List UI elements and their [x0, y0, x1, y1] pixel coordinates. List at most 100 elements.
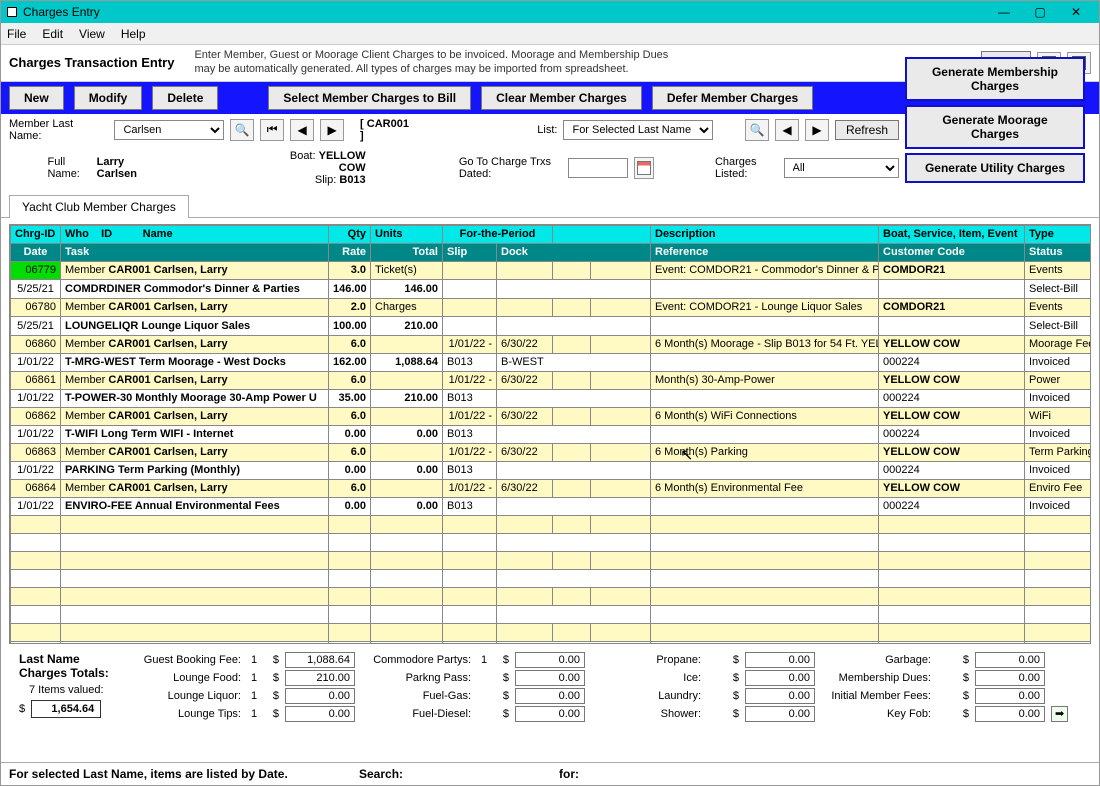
table-row[interactable]: 06862Member CAR001 Carlsen, Larry6.01/01… [11, 407, 1092, 425]
table-row[interactable] [11, 569, 1092, 587]
total-count: 1 [477, 654, 491, 666]
slip-label: Slip: [315, 174, 336, 186]
col-who[interactable]: Who ID Name [61, 225, 329, 243]
calendar-icon[interactable] [634, 157, 654, 179]
total-label: Fuel-Gas: [361, 690, 471, 702]
defer-charges-button[interactable]: Defer Member Charges [652, 86, 813, 110]
col-desc[interactable]: Description [651, 225, 879, 243]
page-title: Charges Transaction Entry [9, 55, 174, 70]
search-icon[interactable]: 🔍 [230, 119, 254, 141]
tab-member-charges[interactable]: Yacht Club Member Charges [9, 195, 189, 218]
member-code: [ CAR001 ] [360, 118, 416, 142]
total-value: 0.00 [975, 706, 1045, 722]
delete-button[interactable]: Delete [152, 86, 218, 110]
goto-date-input[interactable] [568, 158, 628, 178]
totals-grand: 1,654.64 [31, 700, 101, 718]
table-row[interactable]: 1/01/22T-MRG-WEST Term Moorage - West Do… [11, 353, 1092, 371]
table-row[interactable]: 06861Member CAR001 Carlsen, Larry6.01/01… [11, 371, 1092, 389]
list-search-icon[interactable]: 🔍 [745, 119, 769, 141]
generate-moorage-button[interactable]: Generate Moorage Charges [905, 105, 1085, 149]
nav-prev-icon[interactable]: ◀ [290, 119, 314, 141]
generate-utility-button[interactable]: Generate Utility Charges [905, 153, 1085, 183]
status-bar: For selected Last Name, items are listed… [1, 762, 1099, 785]
new-button[interactable]: New [9, 86, 64, 110]
slip-value: B013 [339, 174, 365, 186]
generate-membership-button[interactable]: Generate Membership Charges [905, 57, 1085, 101]
col-task[interactable]: Task [61, 243, 329, 261]
total-label: Parkng Pass: [361, 672, 471, 684]
total-value: 0.00 [285, 706, 355, 722]
nav-next-icon[interactable]: ▶ [320, 119, 344, 141]
listed-label: Charges Listed: [715, 156, 778, 180]
table-row[interactable]: 1/01/22ENVIRO-FEE Annual Environmental F… [11, 497, 1092, 515]
col-period[interactable]: For-the-Period [443, 225, 553, 243]
status-for: for: [559, 767, 1091, 781]
total-value: 1,088.64 [285, 652, 355, 668]
total-label: Lounge Liquor: [131, 690, 241, 702]
menu-file[interactable]: File [7, 27, 26, 41]
col-total[interactable]: Total [371, 243, 443, 261]
select-bill-button[interactable]: Select Member Charges to Bill [268, 86, 471, 110]
table-row[interactable]: 5/25/21LOUNGELIQR Lounge Liquor Sales100… [11, 316, 1092, 335]
minimize-button[interactable]: — [987, 2, 1021, 22]
table-row[interactable] [11, 533, 1092, 551]
tab-strip: Yacht Club Member Charges [1, 194, 1099, 218]
status-left: For selected Last Name, items are listed… [9, 767, 359, 781]
total-label: Key Fob: [821, 708, 931, 720]
table-row[interactable] [11, 551, 1092, 569]
col-chrgid[interactable]: Chrg-ID [11, 225, 61, 243]
col-units[interactable]: Units [371, 225, 443, 243]
total-value: 0.00 [745, 670, 815, 686]
close-button[interactable]: ✕ [1059, 2, 1093, 22]
col-rate[interactable]: Rate [329, 243, 371, 261]
nav-first-icon[interactable]: ⏮ [260, 119, 284, 141]
table-row[interactable] [11, 623, 1092, 641]
col-qty[interactable]: Qty [329, 225, 371, 243]
col-cust[interactable]: Customer Code [879, 243, 1025, 261]
table-row[interactable]: 06864Member CAR001 Carlsen, Larry6.01/01… [11, 479, 1092, 497]
boat-value: YELLOW COW [319, 150, 366, 174]
total-value: 0.00 [515, 688, 585, 704]
menu-view[interactable]: View [79, 27, 105, 41]
col-slip[interactable]: Slip [443, 243, 497, 261]
list-select[interactable]: For Selected Last Name [563, 120, 713, 140]
charges-grid[interactable]: Chrg-ID Who ID Name Qty Units For-the-Pe… [9, 224, 1091, 644]
table-row[interactable]: 06860Member CAR001 Carlsen, Larry6.01/01… [11, 335, 1092, 353]
lastname-select[interactable]: Carlsen [114, 120, 224, 140]
total-value: 0.00 [975, 670, 1045, 686]
col-dock[interactable]: Dock [497, 243, 651, 261]
totals-count: 7 Items valued: [29, 684, 131, 696]
table-row[interactable]: 5/25/21COMDRDINER Commodor's Dinner & Pa… [11, 279, 1092, 298]
table-row[interactable]: 1/01/22T-WIFI Long Term WIFI - Internet0… [11, 425, 1092, 443]
table-row[interactable]: 1/01/22T-POWER-30 Monthly Moorage 30-Amp… [11, 389, 1092, 407]
clear-charges-button[interactable]: Clear Member Charges [481, 86, 642, 110]
total-label: Lounge Tips: [131, 708, 241, 720]
list-next-icon[interactable]: ▶ [805, 119, 829, 141]
col-type[interactable]: Type [1025, 225, 1092, 243]
total-value: 0.00 [515, 652, 585, 668]
total-label: Laundry: [591, 690, 701, 702]
col-ref[interactable]: Reference [651, 243, 879, 261]
list-prev-icon[interactable]: ◀ [775, 119, 799, 141]
col-date[interactable]: Date [11, 243, 61, 261]
total-label: Commodore Partys: [361, 654, 471, 666]
maximize-button[interactable]: ▢ [1023, 2, 1057, 22]
next-page-icon[interactable]: ➡ [1051, 707, 1081, 720]
table-row[interactable]: 06863Member CAR001 Carlsen, Larry6.01/01… [11, 443, 1092, 461]
col-status[interactable]: Status [1025, 243, 1092, 261]
menu-help[interactable]: Help [121, 27, 146, 41]
modify-button[interactable]: Modify [74, 86, 143, 110]
menu-edit[interactable]: Edit [42, 27, 63, 41]
table-row[interactable]: 06779Member CAR001 Carlsen, Larry3.0Tick… [11, 261, 1092, 279]
total-label: Fuel-Diesel: [361, 708, 471, 720]
table-row[interactable]: 06780Member CAR001 Carlsen, Larry2.0Char… [11, 298, 1092, 316]
list-label: List: [537, 124, 557, 136]
total-value: 0.00 [745, 706, 815, 722]
refresh-button[interactable]: Refresh [835, 120, 899, 140]
table-row[interactable] [11, 515, 1092, 533]
table-row[interactable] [11, 605, 1092, 623]
col-boat[interactable]: Boat, Service, Item, Event [879, 225, 1025, 243]
table-row[interactable] [11, 587, 1092, 605]
table-row[interactable]: 1/01/22PARKING Term Parking (Monthly)0.0… [11, 461, 1092, 479]
listed-select[interactable]: All [784, 158, 900, 178]
